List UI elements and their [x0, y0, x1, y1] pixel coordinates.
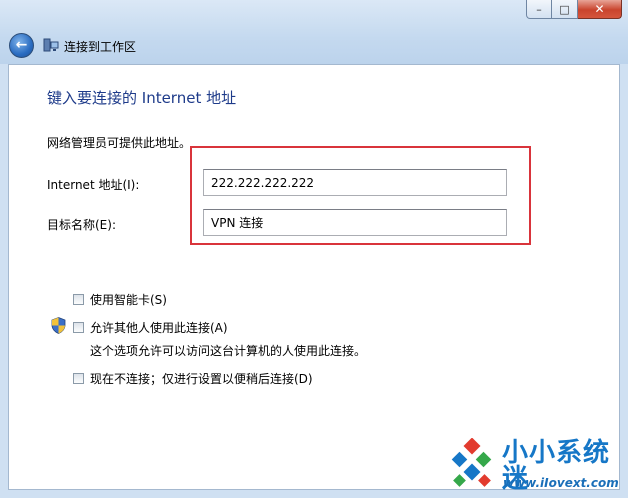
- maximize-button[interactable]: □: [552, 0, 578, 19]
- smart-card-checkbox[interactable]: [73, 294, 84, 305]
- back-arrow-icon: ←: [15, 37, 28, 53]
- no-connect-label: 现在不连接；仅进行设置以便稍后连接(D): [90, 372, 313, 386]
- close-button[interactable]: ✕: [578, 0, 622, 19]
- minimize-icon: –: [536, 2, 542, 16]
- back-button[interactable]: ←: [9, 33, 34, 58]
- minimize-button[interactable]: –: [526, 0, 552, 19]
- close-icon: ✕: [594, 2, 605, 16]
- address-input[interactable]: [203, 169, 507, 196]
- allow-others-checkbox[interactable]: [73, 322, 84, 333]
- allow-others-description: 这个选项允许可以访问这台计算机的人使用此连接。: [90, 344, 367, 358]
- destination-input[interactable]: [203, 209, 507, 236]
- no-connect-checkbox[interactable]: [73, 373, 84, 384]
- caption-buttons: – □ ✕: [526, 0, 622, 19]
- wizard-content: 键入要连接的 Internet 地址 网络管理员可提供此地址。 Internet…: [8, 64, 620, 490]
- info-text: 网络管理员可提供此地址。: [47, 136, 192, 150]
- address-label: Internet 地址(I):: [47, 178, 140, 192]
- vpn-wizard-window: – □ ✕ ← 连接到工作区 键入要连接的 Internet 地址 网络管理员可…: [0, 0, 628, 498]
- watermark-logo-icon: [451, 438, 492, 487]
- allow-others-option[interactable]: 允许其他人使用此连接(A): [73, 319, 228, 336]
- uac-shield-icon: [51, 317, 66, 334]
- watermark-url: www.iIovext.com: [503, 476, 619, 490]
- network-connection-icon: [43, 38, 59, 52]
- allow-others-label: 允许其他人使用此连接(A): [90, 321, 228, 335]
- window-title: 连接到工作区: [64, 40, 137, 54]
- page-heading: 键入要连接的 Internet 地址: [47, 89, 237, 107]
- destination-label: 目标名称(E):: [47, 218, 116, 232]
- maximize-icon: □: [559, 2, 570, 16]
- smart-card-option[interactable]: 使用智能卡(S): [73, 291, 167, 308]
- no-connect-option[interactable]: 现在不连接；仅进行设置以便稍后连接(D): [73, 370, 313, 387]
- smart-card-label: 使用智能卡(S): [90, 293, 167, 307]
